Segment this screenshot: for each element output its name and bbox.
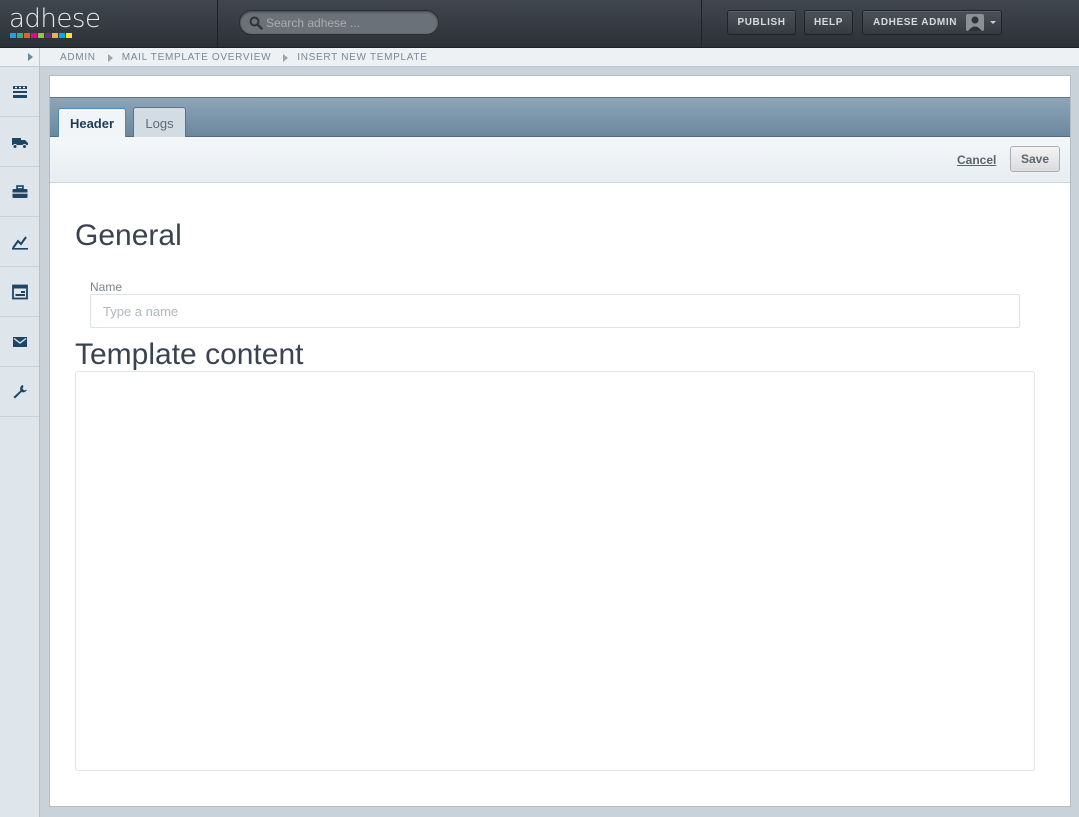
briefcase-icon [12,184,27,198]
breadcrumb-separator-icon [283,53,289,62]
sidebar-item-campaigns[interactable] [0,167,39,217]
logo-color-segment [24,33,30,38]
logo-color-segment [66,33,72,38]
sidebar [0,67,40,817]
breadcrumb-item-insert-new-template: INSERT NEW TEMPLATE [297,52,428,63]
logo-color-segment [38,33,44,38]
breadcrumb-bar: ADMIN MAIL TEMPLATE OVERVIEW INSERT NEW … [0,48,1079,67]
sidebar-item-delivery[interactable] [0,117,39,167]
top-navigation-bar: adhese PUBLISH HELP ADHESE ADMIN [0,0,1079,48]
search-box [239,10,439,35]
sidebar-item-admin[interactable] [0,367,39,417]
template-content-editor[interactable] [75,371,1035,771]
adhese-logo[interactable]: adhese [9,4,101,34]
logo-color-segment [31,33,37,38]
help-button[interactable]: HELP [804,10,853,35]
reports-icon [11,235,28,250]
logo-color-segment [59,33,65,38]
logo-area: adhese [0,0,218,48]
chevron-down-icon [990,21,996,24]
sidebar-item-reports[interactable] [0,217,39,267]
breadcrumb-item-mail-template-overview[interactable]: MAIL TEMPLATE OVERVIEW [122,52,272,63]
breadcrumb-item-admin[interactable]: ADMIN [60,52,96,63]
cancel-link[interactable]: Cancel [957,153,996,167]
logo-color-segment [45,33,51,38]
name-input[interactable] [90,294,1020,328]
main-panel: Header Logs Cancel Save General Name Tem… [49,75,1071,807]
inventory-icon [12,85,27,98]
breadcrumb-separator-icon [107,53,113,62]
section-heading-general: General [75,219,182,252]
user-name: ADHESE ADMIN [873,17,958,28]
top-divider [701,0,702,48]
tab-header[interactable]: Header [58,108,126,138]
mail-icon [12,336,27,347]
publisher-icon [11,284,28,299]
action-bar: Cancel Save [50,137,1070,183]
logo-color-segment [52,33,58,38]
search-input[interactable] [266,13,431,32]
tab-bar: Header Logs [50,97,1070,138]
avatar-icon [966,14,984,31]
name-label: Name [90,280,123,294]
breadcrumb: ADMIN MAIL TEMPLATE OVERVIEW INSERT NEW … [60,52,428,63]
wrench-icon [13,384,27,398]
save-button[interactable]: Save [1010,146,1060,172]
section-heading-template-content: Template content [75,338,304,371]
logo-color-strip [10,33,73,38]
logo-color-segment [17,33,23,38]
sidebar-item-inventory[interactable] [0,67,39,117]
user-menu-button[interactable]: ADHESE ADMIN [862,10,1002,35]
sidebar-item-mail[interactable] [0,317,39,367]
sidebar-toggle-button[interactable] [0,48,40,67]
delivery-truck-icon [11,137,28,149]
logo-color-segment [10,33,16,38]
search-icon [249,16,263,30]
tab-logs[interactable]: Logs [133,107,186,138]
sidebar-item-publishers[interactable] [0,267,39,317]
publish-button[interactable]: PUBLISH [727,10,796,35]
